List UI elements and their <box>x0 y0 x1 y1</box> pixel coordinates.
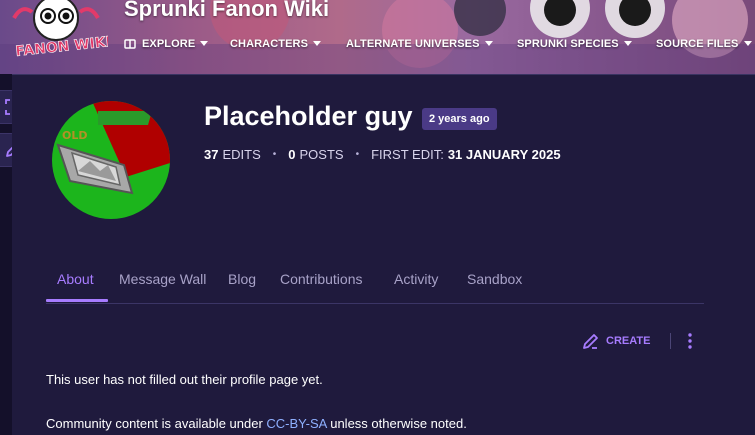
stats-separator: • <box>272 148 277 160</box>
profile-stats: 37 EDITS • 0 POSTS • FIRST EDIT: 31 JANU… <box>204 146 561 162</box>
compass-icon <box>124 39 136 49</box>
posts-count[interactable]: 0 <box>288 147 295 162</box>
license-notice: Community content is available under CC-… <box>46 416 467 431</box>
chevron-down-icon <box>313 41 321 46</box>
wiki-logo[interactable]: FANON WIKI <box>8 0 108 64</box>
profile-username: Placeholder guy <box>204 101 413 131</box>
tab-message-wall[interactable]: Message Wall <box>119 271 206 287</box>
active-tab-indicator <box>46 299 108 302</box>
more-options-button[interactable] <box>688 333 693 349</box>
tab-contributions[interactable]: Contributions <box>280 271 363 287</box>
create-button-label: CREATE <box>606 335 651 347</box>
svg-text:OLD: OLD <box>62 129 88 142</box>
edits-count[interactable]: 37 <box>204 147 218 162</box>
tab-activity[interactable]: Activity <box>394 271 438 287</box>
wiki-header: FANON WIKI Sprunki Fanon Wiki EXPLORE CH… <box>0 0 755 74</box>
chevron-down-icon <box>623 41 632 46</box>
license-link[interactable]: CC-BY-SA <box>266 416 326 431</box>
tab-blog[interactable]: Blog <box>228 271 256 287</box>
chevron-down-icon <box>200 41 209 46</box>
wiki-name[interactable]: Sprunki Fanon Wiki <box>124 0 329 22</box>
tab-about[interactable]: About <box>57 271 94 287</box>
nav-alternate-universes[interactable]: ALTERNATE UNIVERSES <box>346 38 493 50</box>
kebab-menu-icon <box>688 333 693 349</box>
header-banner-art <box>0 0 755 74</box>
first-edit-label: FIRST EDIT: <box>371 146 444 162</box>
nav-characters-label: CHARACTERS <box>230 38 308 50</box>
avatar[interactable]: OLD <box>52 101 170 219</box>
nav-characters[interactable]: CHARACTERS <box>230 38 321 50</box>
edits-label[interactable]: EDITS <box>222 147 260 162</box>
page-actions: CREATE <box>582 330 693 352</box>
nav-explore[interactable]: EXPLORE <box>124 38 209 50</box>
nav-sprunki-species-label: SPRUNKI SPECIES <box>517 38 619 50</box>
tab-sandbox[interactable]: Sandbox <box>467 271 522 287</box>
chevron-down-icon <box>484 41 493 46</box>
nav-source-files-label: SOURCE FILES <box>656 38 739 50</box>
license-suffix: unless otherwise noted. <box>326 416 467 431</box>
nav-explore-label: EXPLORE <box>142 38 196 50</box>
empty-profile-message: This user has not filled out their profi… <box>46 372 323 387</box>
chevron-down-icon <box>743 41 752 46</box>
account-age-badge: 2 years ago <box>422 108 497 130</box>
pencil-icon <box>583 333 598 349</box>
nav-source-files[interactable]: SOURCE FILES <box>656 38 752 50</box>
actions-divider <box>670 333 672 349</box>
avatar-image: OLD <box>52 101 170 219</box>
profile-tabs: About Message Wall Blog Contributions Ac… <box>46 268 704 304</box>
posts-label[interactable]: POSTS <box>300 147 344 162</box>
nav-sprunki-species[interactable]: SPRUNKI SPECIES <box>517 38 632 50</box>
license-prefix: Community content is available under <box>46 416 267 431</box>
first-edit-date: 31 JANUARY 2025 <box>447 146 561 162</box>
create-button[interactable]: CREATE <box>582 333 650 350</box>
stats-separator: • <box>355 148 360 160</box>
nav-alternate-universes-label: ALTERNATE UNIVERSES <box>346 38 480 50</box>
